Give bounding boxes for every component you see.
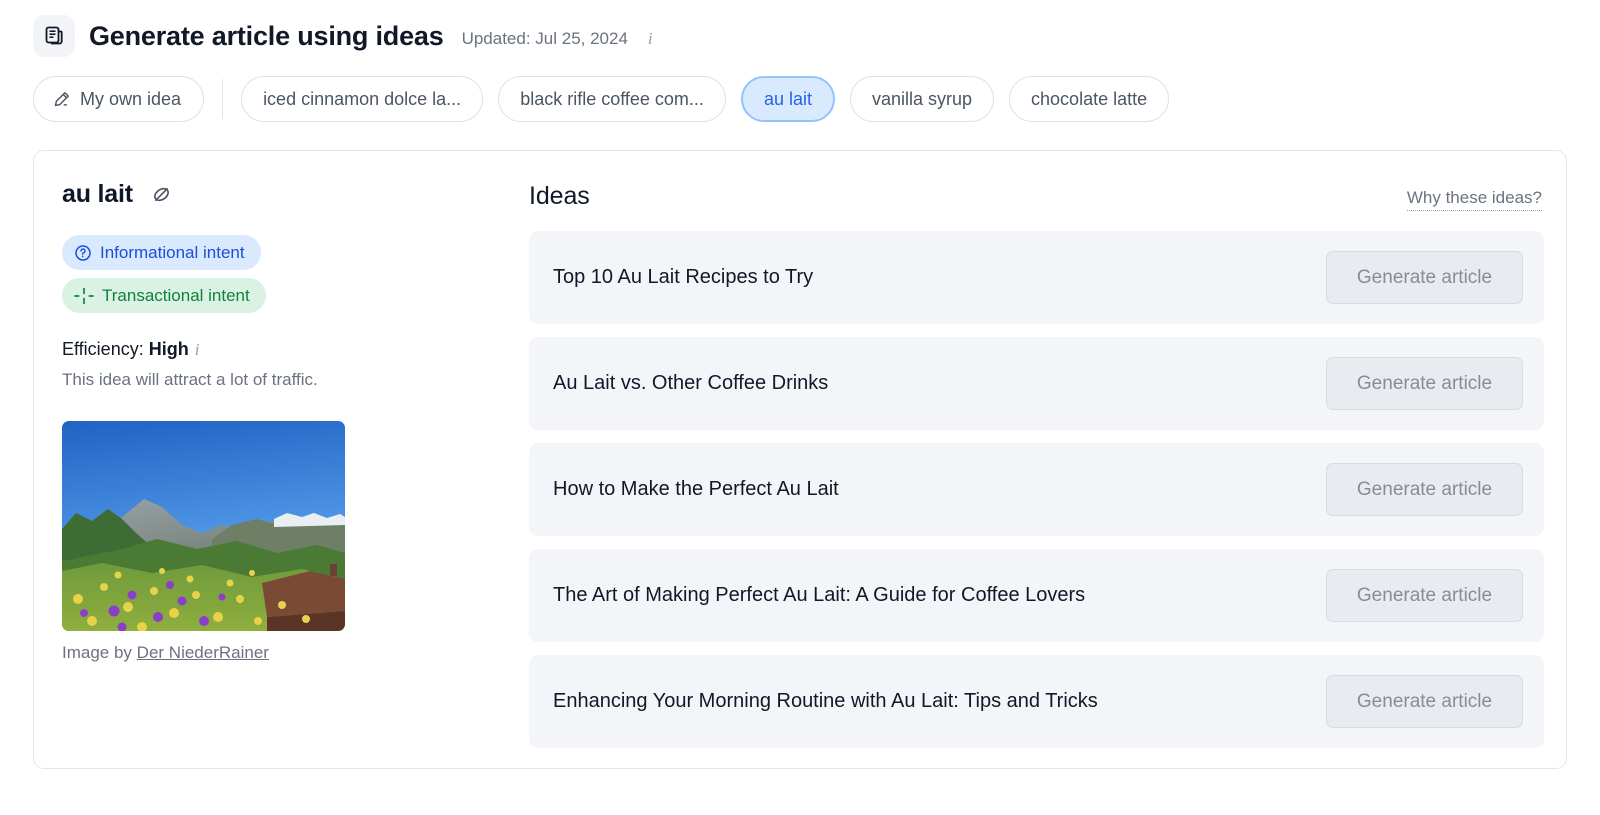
ideas-list: Top 10 Au Lait Recipes to Try Generate a… (529, 231, 1544, 748)
chip-my-own-idea[interactable]: My own idea (33, 76, 205, 122)
badge-transactional-intent: Transactional intent (62, 278, 266, 313)
badge-label: Informational intent (100, 242, 245, 262)
efficiency-info-icon[interactable]: i (195, 340, 200, 360)
intent-badges: Informational intent Transactional inten… (62, 235, 512, 313)
why-these-ideas-link[interactable]: Why these ideas? (1406, 188, 1542, 211)
question-circle-icon (74, 244, 92, 262)
updated-timestamp: Updated: Jul 25, 2024 (461, 28, 628, 48)
idea-row[interactable]: Au Lait vs. Other Coffee Drinks Generate… (529, 337, 1544, 430)
image-caption: Image by Der NiederRainer (62, 643, 512, 663)
chip-label: vanilla syrup (871, 88, 973, 109)
chip-chocolate-latte[interactable]: chocolate latte (1009, 76, 1170, 122)
keyword-detail-panel: au lait Informational intent Transaction… (62, 180, 512, 663)
keyword-heading-row: au lait (62, 180, 512, 209)
idea-title: Enhancing Your Morning Routine with Au L… (553, 690, 1098, 712)
ideas-header: Ideas Why these ideas? (529, 177, 1544, 211)
chip-iced-cinnamon-dolce-latte[interactable]: iced cinnamon dolce la... (241, 76, 484, 122)
idea-title: The Art of Making Perfect Au Lait: A Gui… (553, 584, 1086, 606)
chip-my-own-idea-label: My own idea (80, 88, 182, 109)
caption-prefix: Image by (62, 643, 132, 662)
page-header: Generate article using ideas Updated: Ju… (33, 14, 653, 58)
idea-title: Top 10 Au Lait Recipes to Try (553, 266, 814, 288)
idea-title: How to Make the Perfect Au Lait (553, 478, 839, 500)
idea-row[interactable]: Top 10 Au Lait Recipes to Try Generate a… (529, 231, 1544, 324)
chip-label: iced cinnamon dolce la... (263, 88, 462, 109)
keyword-thumbnail-image (62, 421, 345, 631)
generate-article-button[interactable]: Generate article (1326, 569, 1523, 622)
app-root: Generate article using ideas Updated: Ju… (0, 0, 1600, 815)
idea-row[interactable]: Enhancing Your Morning Routine with Au L… (529, 655, 1544, 748)
efficiency-row: Efficiency: High i (62, 339, 512, 360)
ideas-title: Ideas (529, 182, 590, 210)
idea-row[interactable]: The Art of Making Perfect Au Lait: A Gui… (529, 549, 1544, 642)
idea-title: Au Lait vs. Other Coffee Drinks (553, 372, 829, 394)
chip-black-rifle-coffee-company[interactable]: black rifle coffee com... (498, 76, 726, 122)
crosshair-dashed-icon (74, 287, 94, 305)
chip-label: chocolate latte (1031, 88, 1148, 109)
efficiency-value: High (148, 339, 189, 359)
idea-chips-bar: My own idea iced cinnamon dolce la... bl… (33, 76, 1170, 122)
efficiency-label: Efficiency: (62, 339, 144, 359)
generate-article-button[interactable]: Generate article (1326, 463, 1523, 516)
chip-label: black rifle coffee com... (520, 88, 704, 109)
badge-informational-intent: Informational intent (62, 235, 261, 270)
chip-vanilla-syrup[interactable]: vanilla syrup (849, 76, 995, 122)
efficiency-description: This idea will attract a lot of traffic. (62, 370, 318, 389)
article-document-icon (33, 15, 75, 57)
chip-label: au lait (763, 88, 812, 109)
page-title: Generate article using ideas (89, 20, 444, 51)
chips-divider (222, 79, 224, 119)
generate-article-button[interactable]: Generate article (1326, 357, 1523, 410)
image-author-link[interactable]: Der NiederRainer (137, 643, 269, 662)
generate-article-button[interactable]: Generate article (1326, 251, 1523, 304)
ideas-card: au lait Informational intent Transaction… (33, 150, 1567, 769)
keyword-title: au lait (62, 180, 133, 208)
generate-article-button[interactable]: Generate article (1326, 675, 1523, 728)
eye-off-icon[interactable] (149, 182, 174, 207)
pencil-edit-icon (52, 90, 71, 109)
header-info-icon[interactable]: i (648, 29, 653, 49)
badge-label: Transactional intent (102, 285, 250, 305)
ideas-panel: Ideas Why these ideas? Top 10 Au Lait Re… (529, 177, 1544, 748)
chip-au-lait[interactable]: au lait (740, 76, 835, 122)
idea-row[interactable]: How to Make the Perfect Au Lait Generate… (529, 443, 1544, 536)
